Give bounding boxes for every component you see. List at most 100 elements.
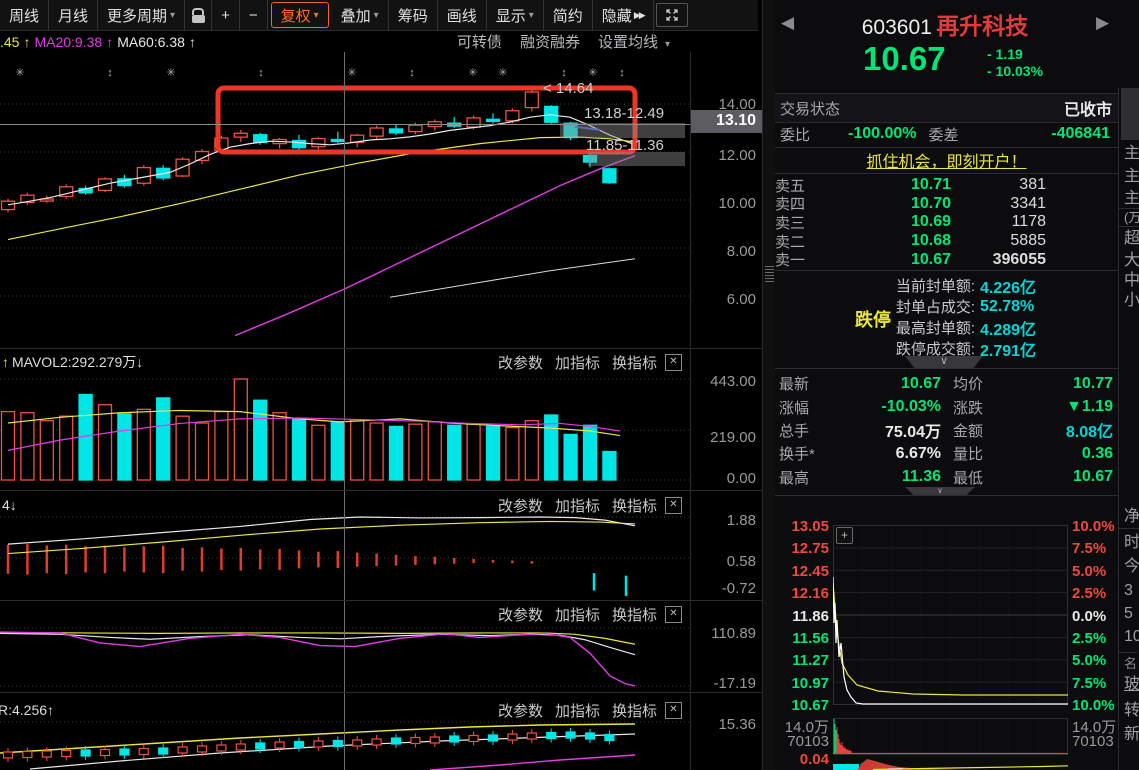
axis-label: 5.0% xyxy=(1072,563,1107,580)
more-periods-button[interactable]: 更多周期 ▾ xyxy=(98,0,186,30)
close-icon[interactable]: ✕ xyxy=(665,701,682,719)
add-indicator-link[interactable]: 加指标 xyxy=(555,352,600,373)
monthly-button[interactable]: 月线 xyxy=(49,0,99,30)
axis-label: 11.27 xyxy=(792,652,829,669)
open-account-link[interactable]: 抓住机会，即刻开户！ xyxy=(866,148,1026,172)
margin-trading-link[interactable]: 融资融券 xyxy=(520,31,580,52)
adjust-rights-button[interactable]: 复权 ▾ xyxy=(270,2,329,28)
axis-label: 10.00 xyxy=(718,195,756,212)
edge-sector-link[interactable]: 玻 xyxy=(1119,674,1139,696)
intraday-flow-strip[interactable] xyxy=(833,755,1068,770)
overlay-button[interactable]: 叠加 ▾ xyxy=(332,0,389,30)
trade-status-row: 交易状态 已收市 xyxy=(775,93,1118,123)
collapse-button[interactable]: ∨ xyxy=(905,487,975,495)
zoom-out-button[interactable]: − xyxy=(240,0,268,30)
edit-params-link[interactable]: 改参数 xyxy=(498,352,543,373)
set-ma-link[interactable]: 设置均线 ▾ xyxy=(598,31,674,52)
edge-sector-link[interactable]: 转 xyxy=(1119,700,1139,722)
svg-text:↕: ↕ xyxy=(107,67,113,79)
edge-label: 主 xyxy=(1124,145,1139,162)
svg-text:✳: ✳ xyxy=(15,67,24,79)
gap-range-label: 11.85-11.36 xyxy=(586,137,664,154)
chevron-down-icon: ∨ xyxy=(939,355,949,367)
collapse-button[interactable]: ∨ xyxy=(905,356,983,368)
axis-label: 11.56 xyxy=(792,630,829,647)
edit-params-link[interactable]: 改参数 xyxy=(498,495,543,516)
ask-row[interactable]: 卖二 10.68 5885 xyxy=(775,232,1118,251)
display-button[interactable]: 显示 ▾ xyxy=(487,0,544,30)
zoom-plus-icon[interactable]: + xyxy=(836,527,853,544)
ma60-label: MA60:6.38 xyxy=(117,33,185,50)
panel-divider xyxy=(0,600,762,601)
svg-text:↕: ↕ xyxy=(258,67,264,79)
intraday-price-chart[interactable] xyxy=(833,525,1068,705)
fullscreen-button[interactable] xyxy=(655,3,688,27)
axis-label: 2.5% xyxy=(1072,585,1107,602)
ask-row[interactable]: 卖三 10.69 1178 xyxy=(775,213,1118,232)
zoom-in-button[interactable]: + xyxy=(212,0,240,30)
splitter-grip-icon[interactable] xyxy=(765,264,774,282)
add-indicator-link[interactable]: 加指标 xyxy=(555,495,600,516)
axis-divider xyxy=(690,52,691,770)
close-icon[interactable]: ✕ xyxy=(665,496,682,514)
close-icon[interactable]: ✕ xyxy=(665,353,682,371)
weekly-button[interactable]: 周线 xyxy=(0,0,50,30)
axis-label: 6.00 xyxy=(726,291,756,308)
axis-label: 0.58 xyxy=(726,553,756,570)
axis-label: 443.00 xyxy=(710,373,756,390)
ask-row[interactable]: 卖一 10.67 396055 xyxy=(775,250,1118,270)
divider xyxy=(775,270,1118,271)
up-arrow-icon: ↑ xyxy=(47,702,55,718)
ma-indicator-bar: .45 ↑ MA20:9.38 ↑ MA60:6.38 ↑ 可转债 融资融券 设置均线… xyxy=(0,31,758,52)
axis-label: 12.16 xyxy=(791,585,829,602)
up-arrow-icon: ↑ xyxy=(188,33,196,50)
indicator-label: R:4.256 xyxy=(0,702,48,718)
stock-name: 再升科技 xyxy=(936,13,1029,39)
edge-sector-link[interactable]: 新 xyxy=(1119,724,1139,746)
axis-label: 0.00 xyxy=(726,470,756,487)
edit-params-link[interactable]: 改参数 xyxy=(498,700,543,721)
edge-label: 主 xyxy=(1124,190,1139,207)
scroll-thumb[interactable] xyxy=(1121,88,1139,140)
order-book-asks: 卖五 10.71 381 卖四 10.70 3341 卖三 10.69 1178 卖二 10.… xyxy=(775,176,1118,269)
edge-label: 小 xyxy=(1124,292,1139,309)
stock-title: 603601 再升科技 xyxy=(775,7,1115,41)
ask-row[interactable]: 卖四 10.70 3341 xyxy=(775,195,1118,214)
quote-panel: ◀ ▶ 603601 再升科技 10.67 - 1.19 - 10.03% 交易… xyxy=(775,0,1139,770)
peak-price-label: < 14.64 xyxy=(543,80,594,97)
gap-range-label: 13.18-12.49 xyxy=(584,105,665,122)
weicha-label: 委差 xyxy=(928,126,959,144)
draw-line-button[interactable]: 画线 xyxy=(438,0,487,30)
switch-indicator-link[interactable]: 换指标 xyxy=(612,495,657,516)
edge-label: 10 xyxy=(1124,628,1139,645)
ask-row[interactable]: 卖五 10.71 381 xyxy=(775,176,1118,195)
axis-label: 70103 xyxy=(787,733,829,750)
svg-text:✳: ✳ xyxy=(498,67,507,79)
hide-button[interactable]: 隐藏 ▶▶ xyxy=(593,0,654,30)
divider xyxy=(775,495,1118,496)
switch-indicator-link[interactable]: 换指标 xyxy=(612,352,657,373)
close-icon[interactable]: ✕ xyxy=(665,605,682,623)
add-indicator-link[interactable]: 加指标 xyxy=(555,700,600,721)
edge-label: 中 xyxy=(1124,272,1139,289)
simple-mode-button[interactable]: 简约 xyxy=(544,0,593,30)
axis-label: 12.45 xyxy=(791,563,829,580)
add-indicator-link[interactable]: 加指标 xyxy=(555,604,600,625)
axis-label: 10.0% xyxy=(1072,697,1115,714)
crosshair-price-box: 13.10 xyxy=(690,110,762,133)
edit-params-link[interactable]: 改参数 xyxy=(498,604,543,625)
chevron-down-icon: ▾ xyxy=(373,9,379,21)
axis-label: 12.00 xyxy=(718,147,756,164)
chip-distribution-button[interactable]: 筹码 xyxy=(389,0,438,30)
svg-text:↕: ↕ xyxy=(561,67,567,79)
limit-down-info: 跌停 当前封单额: 4.226亿 封单占成交: 52.78% 最高封单额: 4.289… xyxy=(855,278,1037,360)
last-price: 10.67 xyxy=(863,40,946,77)
switch-indicator-link[interactable]: 换指标 xyxy=(612,700,657,721)
switch-indicator-link[interactable]: 换指标 xyxy=(612,604,657,625)
convertible-bond-link[interactable]: 可转债 xyxy=(457,31,502,52)
lock-icon[interactable] xyxy=(185,0,213,30)
chevron-down-icon: ∨ xyxy=(937,486,943,495)
indicator2-panel-header: 改参数 加指标 换指标 ✕ xyxy=(2,604,688,624)
edge-label: 5 xyxy=(1124,605,1133,622)
intraday-volume-chart[interactable] xyxy=(833,718,1068,755)
